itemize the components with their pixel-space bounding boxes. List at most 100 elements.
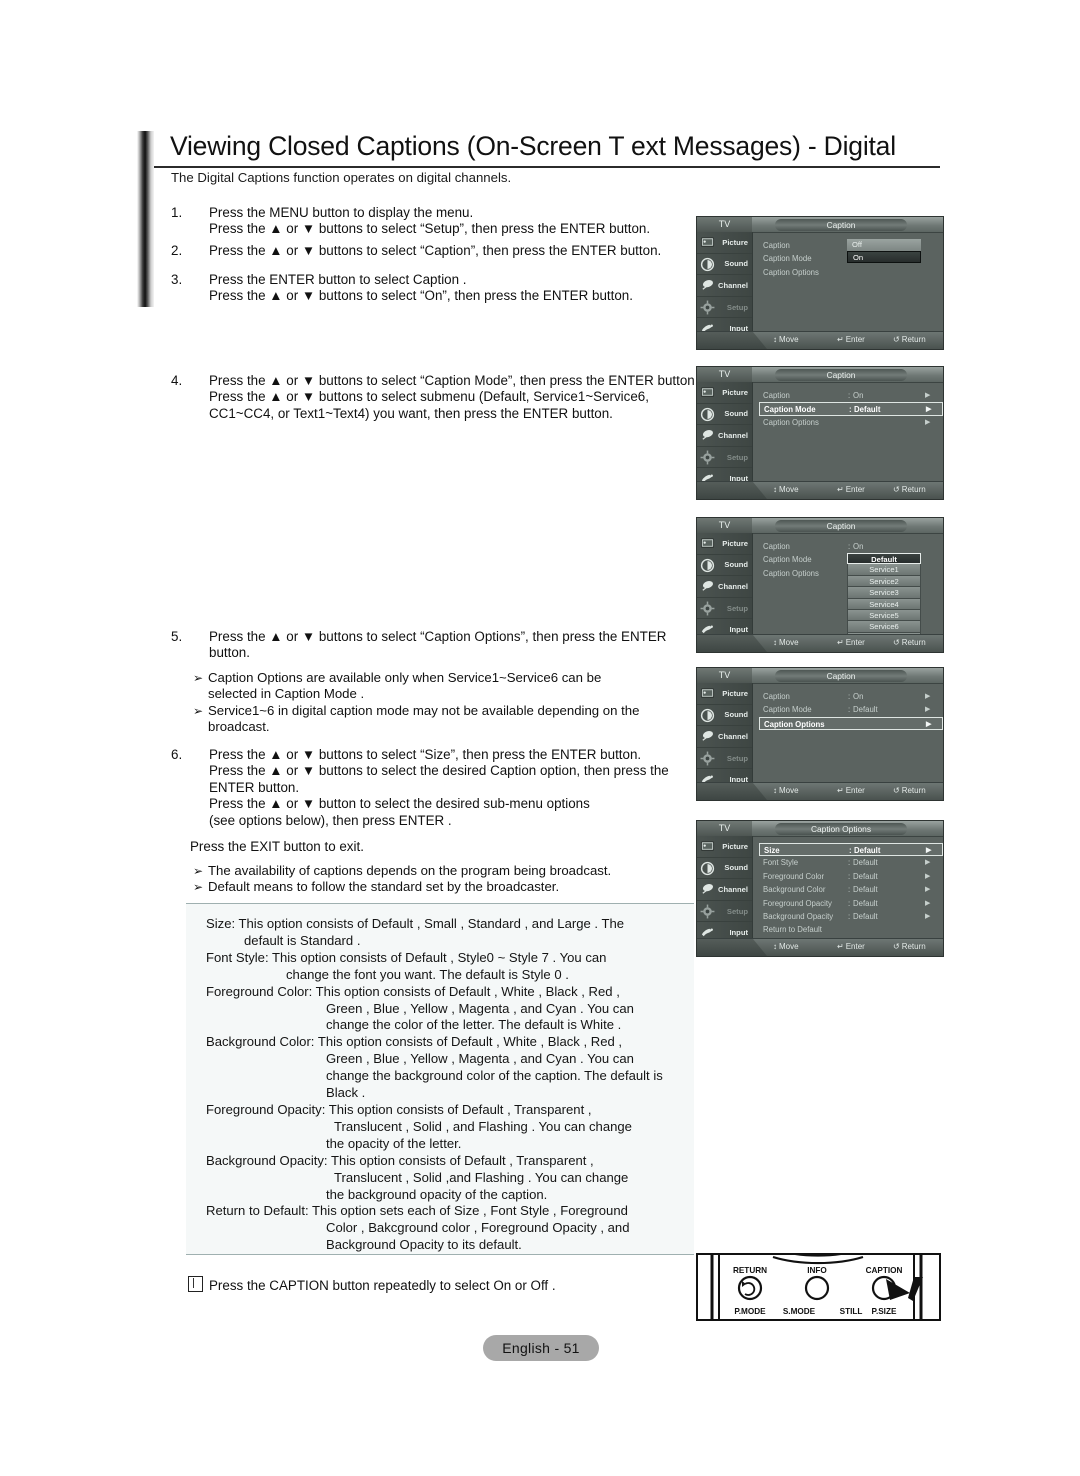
osd-footer: ↕ Move ↵ Enter ↺ Return [697, 938, 943, 956]
osd-row-label: Caption Options [763, 568, 819, 578]
sidebar-item-setup[interactable]: Setup [697, 901, 752, 923]
osd-footer-hint-label: Enter [845, 638, 865, 647]
osd-footer-hint-label: Move [779, 942, 799, 951]
instruction-step: 6. Press the ▲ or ▼ buttons to select “Si… [171, 747, 669, 829]
chevron-right-icon: ▶ [926, 406, 932, 414]
osd-menu-row[interactable]: Caption Options ▶ [759, 416, 943, 429]
osd-menu-row[interactable]: Caption Options [759, 266, 943, 279]
osd-menu-row[interactable]: Caption Mode: Default ▶ [759, 703, 943, 716]
sidebar-item-channel[interactable]: Channel [697, 275, 752, 297]
option-description-line: Foreground Opacity: This option consists… [206, 1101, 592, 1117]
osd-menu-row[interactable]: Size: Default ▶ [759, 843, 943, 857]
osd-tv-label: TV [697, 668, 752, 683]
sidebar-item-label: Channel [718, 280, 748, 290]
sidebar-item-picture[interactable]: Picture [697, 683, 752, 705]
dropdown-option[interactable]: Service4 [847, 598, 921, 610]
sidebar-item-setup[interactable]: Setup [697, 447, 752, 469]
sidebar-item-setup[interactable]: Setup [697, 598, 752, 620]
sidebar-item-label: Picture [722, 237, 748, 247]
osd-title: Caption [775, 218, 907, 231]
sidebar-item-sound[interactable]: Sound [697, 254, 752, 276]
step-body: Press the ▲ or ▼ buttons to select “Capt… [209, 373, 698, 422]
caption-button-note: Press the CAPTION button repeatedly to s… [188, 1276, 556, 1293]
step-line: ENTER button. [209, 779, 300, 795]
caption-on-option[interactable]: On [847, 251, 921, 263]
sidebar-item-channel[interactable]: Channel [697, 576, 752, 598]
osd-menu-row[interactable]: Caption Mode: Default ▶ [759, 402, 943, 416]
osd-footer: ↕ Move ↵ Enter ↺ Return [697, 331, 943, 349]
sidebar-item-picture[interactable]: Picture [697, 533, 752, 555]
osd-row-label: Caption Mode [764, 405, 816, 415]
option-description-line: Background Color: This option consists o… [206, 1034, 623, 1050]
osd-footer-hint-return: ↺ Return [893, 335, 926, 344]
sidebar-item-setup[interactable]: Setup [697, 297, 752, 319]
step-number: 3. [171, 272, 183, 287]
osd-row-colon: : [848, 898, 851, 908]
sidebar-item-sound[interactable]: Sound [697, 404, 752, 426]
chevron-right-icon: ▶ [925, 872, 931, 880]
return-icon: ↺ [893, 335, 900, 344]
osd-footer-hint-label: Enter [845, 942, 865, 951]
step-body: Press the ▲ or ▼ buttons to select “Capt… [209, 629, 666, 662]
instruction-step: 2. Press the ▲ or ▼ buttons to select “Ca… [171, 243, 661, 259]
sidebar-item-channel[interactable]: Channel [697, 726, 752, 748]
sidebar-item-setup[interactable]: Setup [697, 748, 752, 770]
osd-footer: ↕ Move ↵ Enter ↺ Return [697, 634, 943, 652]
picture-icon [700, 686, 715, 701]
osd-row-colon: : [848, 542, 851, 551]
option-description-line: the opacity of the letter. [326, 1135, 462, 1151]
osd-footer-hint-label: Return [901, 942, 926, 951]
osd-menu-list: Caption:OnCaption Mode:Caption Options:D… [753, 533, 943, 645]
note-item: ➢ Caption Options are available only when… [193, 670, 639, 703]
caption-off-option[interactable]: Off [847, 239, 921, 251]
osd-footer-hint-enter: ↵ Enter [837, 485, 865, 494]
setup-icon [700, 300, 715, 315]
note-text: The availability of captions depends on … [208, 863, 612, 878]
svg-text:INFO: INFO [807, 1266, 827, 1275]
dropdown-option[interactable]: Default [847, 553, 921, 565]
osd-menu-row[interactable]: Return to Default [759, 923, 943, 936]
dropdown-option[interactable]: Service2 [847, 575, 921, 588]
sound-icon [700, 708, 715, 723]
osd-footer-hint-enter: ↵ Enter [837, 942, 865, 951]
osd-footer-hint-label: Enter [845, 335, 865, 344]
sidebar-item-channel[interactable]: Channel [697, 879, 752, 901]
dropdown-option[interactable]: Service3 [847, 587, 921, 599]
channel-icon [700, 882, 715, 897]
sidebar-item-sound[interactable]: Sound [697, 555, 752, 577]
caption-mode-dropdown[interactable]: Default Service1 Service2 Service3 Service4 S… [847, 553, 921, 645]
osd-menu-row[interactable]: Foreground Opacity: Default ▶ [759, 897, 943, 910]
osd-menu-row[interactable]: Background Opacity: Default ▶ [759, 910, 943, 923]
osd-menu-row[interactable]: Caption: On [759, 540, 943, 553]
option-description-line: Font Style: This option consists of Defa… [206, 949, 607, 965]
sidebar-item-label: Channel [718, 430, 748, 440]
osd-menu-row[interactable]: Caption: On ▶ [759, 690, 943, 703]
instruction-step: 4. Press the ▲ or ▼ buttons to select “Ca… [171, 373, 698, 422]
osd-menu-row[interactable]: Background Color: Default ▶ [759, 883, 943, 896]
sidebar-item-picture[interactable]: Picture [697, 232, 752, 254]
sidebar-item-picture[interactable]: Picture [697, 382, 752, 404]
chevron-right-icon: ▶ [925, 693, 931, 700]
enter-icon: ↵ [837, 638, 844, 647]
svg-text:S.MODE: S.MODE [783, 1307, 816, 1316]
setup-icon [700, 751, 715, 766]
osd-footer-hint-label: Return [901, 485, 926, 494]
step-line: Press the ▲ or ▼ button to select the de… [209, 796, 590, 812]
osd-menu-row[interactable]: Font Style: Default ▶ [759, 856, 943, 869]
option-description-line: Return to Default: This option sets each… [206, 1203, 628, 1219]
osd-menu-row[interactable]: Foreground Color: Default ▶ [759, 870, 943, 883]
osd-menu-row[interactable]: Caption: On ▶ [759, 389, 943, 402]
osd-menu-row[interactable]: Caption Options ▶ [759, 716, 943, 731]
sidebar-item-sound[interactable]: Sound [697, 705, 752, 727]
sidebar-item-picture[interactable]: Picture [697, 836, 752, 858]
sidebar-item-sound[interactable]: Sound [697, 858, 752, 880]
move-icon: ↕ [773, 942, 777, 951]
dropdown-option[interactable]: Service6 [847, 621, 921, 633]
dropdown-option[interactable]: Service1 [847, 564, 921, 576]
dropdown-option[interactable]: Service5 [847, 609, 921, 622]
step-line: Press the ▲ or ▼ buttons to select “On”,… [209, 288, 633, 304]
osd-row-label: Caption [763, 542, 790, 551]
osd-footer-slant [697, 635, 767, 652]
sidebar-item-label: Setup [726, 753, 748, 763]
sidebar-item-channel[interactable]: Channel [697, 425, 752, 447]
